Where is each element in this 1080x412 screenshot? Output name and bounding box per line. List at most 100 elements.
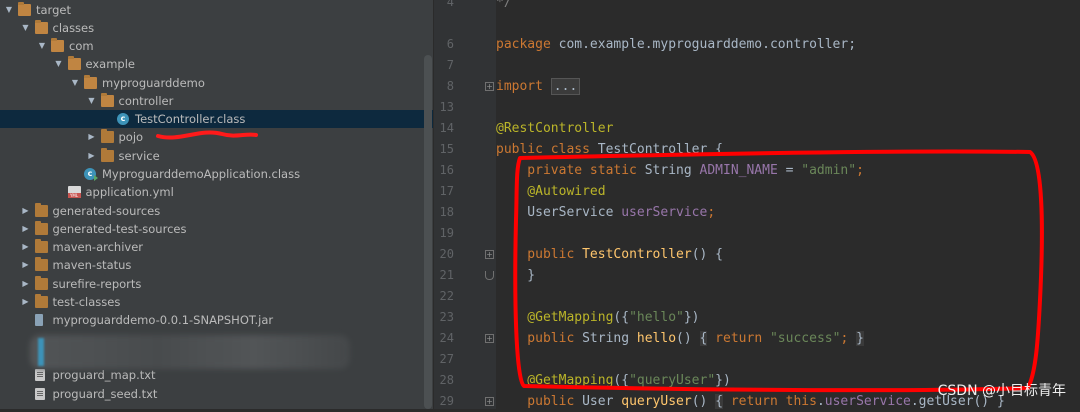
tree-item-myproguarddemoapplication-class[interactable]: c MyproguarddemoApplication.class (0, 165, 433, 183)
folded-brace-open[interactable]: { (715, 394, 724, 409)
tree-item-application-yml[interactable]: application.yml (0, 183, 433, 201)
getmapping-annotation: @GetMapping (496, 310, 614, 325)
code-line-15: public class TestController { (496, 139, 723, 160)
folder-icon (34, 203, 48, 217)
line-number: 7 (446, 58, 454, 72)
tree-item-maven-archiver[interactable]: ▶ maven-archiver (0, 238, 433, 256)
code-editor[interactable]: */ package com.example.myproguarddemo.co… (496, 0, 1080, 409)
fold-marker-icon[interactable]: + (485, 250, 494, 259)
public-keyword: public (496, 394, 575, 409)
expanded-arrow-icon[interactable]: ▼ (21, 19, 31, 37)
tree-item-label: controller (118, 94, 174, 108)
type-name: String (636, 163, 700, 178)
tree-item-service[interactable]: ▶ service (0, 147, 433, 165)
tree-scrollbar[interactable] (424, 55, 432, 409)
tree-item-target[interactable]: ▼ target (0, 1, 433, 19)
collapsed-arrow-icon[interactable]: ▶ (87, 147, 97, 165)
constructor-params: () { (691, 247, 723, 262)
line-number: 4 (446, 0, 454, 9)
constructor-name: TestController (574, 247, 692, 262)
line-number: 22 (439, 289, 454, 303)
paren: ({ (613, 373, 630, 388)
expanded-arrow-icon[interactable]: ▼ (54, 55, 64, 73)
semicolon: ; (840, 331, 857, 346)
code-line-23: @GetMapping({"hello"}) (496, 307, 700, 328)
tree-item-com[interactable]: ▼ com (0, 37, 433, 55)
type-name: User (574, 394, 622, 409)
collapsed-arrow-icon[interactable]: ▶ (21, 238, 31, 256)
folder-icon (51, 38, 64, 52)
line-number: 18 (439, 205, 454, 219)
expanded-arrow-icon[interactable]: ▼ (87, 92, 97, 110)
fold-marker-icon[interactable]: + (485, 82, 494, 91)
tree-item-pojo[interactable]: ▶ pojo (0, 128, 433, 146)
type-name: String (574, 331, 637, 346)
code-line-21: } (496, 265, 535, 286)
tree-item-myproguarddemo[interactable]: ▼ myproguarddemo (0, 74, 433, 92)
expanded-arrow-icon[interactable]: ▼ (70, 74, 80, 92)
tree-item-label: myproguarddemo-0.0.1-SNAPSHOT.jar (52, 313, 274, 327)
tree-item-controller[interactable]: ▼ controller (0, 92, 433, 110)
tree-item-label: TestController.class (135, 112, 246, 126)
line-number: 14 (439, 121, 454, 135)
folded-imports-placeholder[interactable]: ... (550, 78, 581, 95)
string-literal: "success" (769, 331, 841, 346)
package-name: com.example.myproguarddemo.controller; (550, 37, 857, 52)
tree-item-label: generated-sources (52, 204, 161, 218)
closing-brace: } (496, 268, 536, 283)
folder-icon (18, 2, 31, 16)
line-number: 16 (439, 163, 454, 177)
line-number: 20 (439, 247, 454, 261)
fold-marker-icon[interactable]: + (485, 397, 494, 406)
semicolon: ; (856, 163, 864, 178)
field-name: userService (824, 394, 911, 409)
method-name: queryUser (621, 394, 692, 409)
tree-item-generated-sources[interactable]: ▶ generated-sources (0, 202, 433, 220)
tree-item-generated-test-sources[interactable]: ▶ generated-test-sources (0, 220, 433, 238)
collapsed-arrow-icon[interactable]: ▶ (21, 275, 31, 293)
tree-item-testcontroller-class[interactable]: c TestController.class (0, 110, 433, 128)
tree-item-label: target (36, 3, 71, 17)
tree-item-example[interactable]: ▼ example (0, 55, 433, 73)
collapsed-arrow-icon[interactable]: ▶ (21, 256, 31, 274)
method-name: hello (636, 331, 677, 346)
tree-item-test-classes[interactable]: ▶ test-classes (0, 293, 433, 311)
collapsed-arrow-icon[interactable]: ▶ (21, 220, 31, 238)
folder-icon (34, 239, 48, 253)
expanded-arrow-icon[interactable]: ▼ (4, 1, 14, 19)
jar-file-icon (34, 314, 43, 326)
package-keyword: package (496, 37, 551, 52)
paren: }) (683, 310, 700, 325)
collapsed-arrow-icon[interactable]: ▶ (21, 202, 31, 220)
csdn-watermark: CSDN @小目标青年 (937, 383, 1066, 399)
expanded-arrow-icon[interactable]: ▼ (37, 37, 47, 55)
class-keyword: public class (496, 142, 590, 157)
collapsed-arrow-icon[interactable]: ▶ (21, 293, 31, 311)
fold-marker-icon[interactable] (485, 271, 494, 280)
fold-marker-icon[interactable]: + (485, 334, 494, 343)
tree-item-proguard-seed-txt[interactable]: proguard_seed.txt (0, 385, 433, 403)
line-number: 24 (439, 331, 454, 345)
tree-item-surefire-reports[interactable]: ▶ surefire-reports (0, 275, 433, 293)
type-name: UserService (496, 205, 622, 220)
params: () (676, 331, 700, 346)
class-file-icon: c (117, 113, 129, 125)
tree-item-label: classes (52, 21, 95, 35)
folded-brace-close[interactable]: } (856, 331, 864, 346)
blurred-file-icons (38, 338, 44, 366)
semicolon: ; (707, 205, 716, 220)
tree-item-myproguarddemo-0-0-1-snapshot-jar[interactable]: myproguarddemo-0.0.1-SNAPSHOT.jar (0, 311, 433, 329)
collapsed-arrow-icon[interactable]: ▶ (87, 128, 97, 146)
comment-end: */ (496, 0, 512, 10)
folder-icon (34, 20, 48, 34)
folder-icon (34, 221, 48, 235)
yml-file-icon (67, 186, 81, 198)
tree-item-maven-status[interactable]: ▶ maven-status (0, 256, 433, 274)
modifier-keyword: private static (496, 163, 637, 178)
tree-item-classes[interactable]: ▼ classes (0, 19, 433, 37)
paren: ({ (613, 310, 630, 325)
code-line-16: private static String ADMIN_NAME = "admi… (496, 160, 864, 181)
code-line-6: package com.example.myproguarddemo.contr… (496, 34, 856, 55)
getmapping-annotation: @GetMapping (496, 373, 614, 388)
code-line-20: public TestController() { (496, 244, 723, 265)
